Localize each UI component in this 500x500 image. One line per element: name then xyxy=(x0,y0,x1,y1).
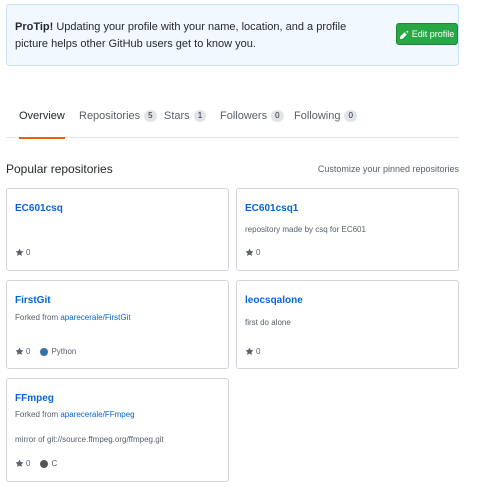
protip-label: ProTip! xyxy=(15,21,54,33)
section-title: Popular repositories xyxy=(6,162,113,176)
repo-name-link[interactable]: EC601csq1 xyxy=(245,203,298,214)
tab-following-count: 0 xyxy=(344,110,357,122)
repo-name-link[interactable]: FFmpeg xyxy=(15,393,54,404)
repo-meta: 0 xyxy=(245,347,260,356)
star-count: 0 xyxy=(26,248,31,257)
protip-banner: ProTip! Updating your profile with your … xyxy=(6,4,459,66)
tab-overview-label: Overview xyxy=(19,110,65,122)
language-label: Python xyxy=(51,347,77,356)
customize-pins-link[interactable]: Customize your pinned repositories xyxy=(318,164,459,174)
edit-profile-button[interactable]: Edit profile xyxy=(396,23,458,45)
language-color-dot xyxy=(40,459,49,468)
repo-description: mirror of git://source.ffmpeg.org/ffmpeg… xyxy=(15,435,164,444)
tab-following[interactable]: Following 0 xyxy=(294,94,357,138)
repo-meta: 0 xyxy=(245,248,260,257)
tab-following-label: Following xyxy=(294,110,341,122)
forked-from-link[interactable]: aparecerale/FirstGit xyxy=(60,313,130,322)
star-count: 0 xyxy=(26,347,31,356)
tab-stars-count: 1 xyxy=(193,110,207,122)
repo-name-link[interactable]: leocsqalone xyxy=(245,295,303,306)
forked-from-prefix: Forked from xyxy=(15,410,61,419)
repo-card-firstgit: FirstGit Forked from aparecerale/FirstGi… xyxy=(6,280,229,369)
protip-text: ProTip! Updating your profile with your … xyxy=(15,19,365,53)
language-label: C xyxy=(51,459,58,468)
repo-description: repository made by csq for EC601 xyxy=(245,225,366,234)
star-count: 0 xyxy=(256,347,261,356)
tab-stars[interactable]: Stars 1 xyxy=(164,94,207,138)
repo-card-ec601csq1: EC601csq1 repository made by csq for EC6… xyxy=(236,188,459,271)
pencil-icon xyxy=(399,30,409,39)
edit-profile-label: Edit profile xyxy=(411,29,455,39)
tab-followers[interactable]: Followers 0 xyxy=(220,94,284,138)
repo-meta: 0 Python xyxy=(15,347,76,356)
star-icon xyxy=(15,347,24,355)
tab-followers-count: 0 xyxy=(271,110,284,122)
forked-from-prefix: Forked from xyxy=(15,313,61,322)
repo-description: first do alone xyxy=(245,318,291,327)
repo-name-link[interactable]: EC601csq xyxy=(15,203,63,214)
popular-repos-header: Popular repositories Customize your pinn… xyxy=(6,160,459,180)
tab-repositories[interactable]: Repositories 5 xyxy=(79,94,157,138)
tab-stars-label: Stars xyxy=(164,110,190,122)
star-count: 0 xyxy=(26,459,31,468)
star-icon xyxy=(15,248,24,256)
repo-card-leocsqalone: leocsqalone first do alone 0 xyxy=(236,280,459,369)
star-icon xyxy=(15,459,24,467)
forked-from-text: Forked from aparecerale/FFmpeg xyxy=(15,410,135,419)
repo-meta: 0 xyxy=(15,248,30,257)
tab-repositories-count: 5 xyxy=(144,110,157,122)
tab-followers-label: Followers xyxy=(220,110,268,122)
repo-card-ec601csq: EC601csq 0 xyxy=(6,188,229,271)
protip-message: Updating your profile with your name, lo… xyxy=(15,21,347,50)
tab-repositories-label: Repositories xyxy=(79,110,141,122)
star-icon xyxy=(245,248,254,256)
star-count: 0 xyxy=(256,248,261,257)
repo-card-ffmpeg: FFmpeg Forked from aparecerale/FFmpeg mi… xyxy=(6,378,229,482)
forked-from-link[interactable]: aparecerale/FFmpeg xyxy=(60,410,134,419)
tab-overview[interactable]: Overview xyxy=(19,94,65,139)
repo-meta: 0 C xyxy=(15,459,57,468)
profile-tabs: Overview Repositories 5 Stars 1 Follower… xyxy=(6,94,459,139)
repo-name-link[interactable]: FirstGit xyxy=(15,295,51,306)
forked-from-text: Forked from aparecerale/FirstGit xyxy=(15,313,131,322)
star-icon xyxy=(245,347,254,355)
language-color-dot xyxy=(40,347,49,356)
